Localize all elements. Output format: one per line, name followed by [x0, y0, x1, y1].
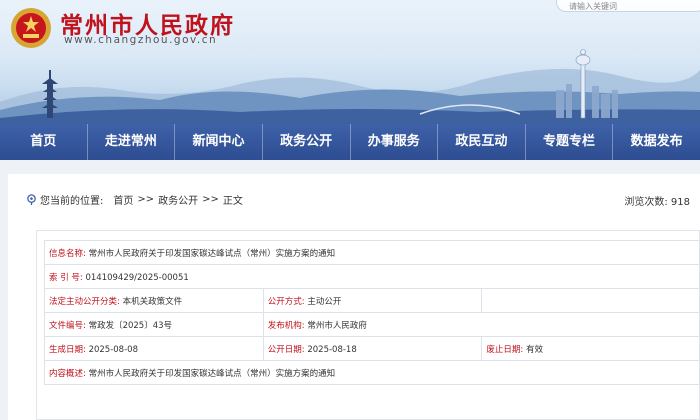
table-row: 文件编号: 常政发〔2025〕43号 发布机构: 常州市人民政府 [44, 312, 700, 337]
info-published-value: 2025-08-18 [307, 344, 357, 355]
info-published-label: 公开日期: [267, 344, 305, 355]
nav-item-news[interactable]: 新闻中心 [175, 124, 263, 160]
info-expiry-label: 废止日期: [486, 344, 524, 355]
info-method-label: 公开方式: [267, 296, 305, 307]
search-placeholder: 请输入关键词 [569, 2, 617, 11]
breadcrumb-gov-affairs[interactable]: 政务公开 [158, 192, 198, 207]
info-expiry-value: 有效 [525, 344, 543, 355]
info-created-value: 2025-08-08 [88, 344, 138, 355]
info-summary-label: 内容概述: [49, 368, 86, 379]
table-row: 内容概述: 常州市人民政府关于印发国家碳达峰试点（常州）实施方案的通知 [44, 360, 700, 385]
breadcrumb-home[interactable]: 首页 [113, 192, 133, 207]
nav-item-interaction[interactable]: 政民互动 [438, 124, 526, 160]
info-scope-value: 本机关政策文件 [122, 296, 183, 307]
breadcrumb-separator: >> [202, 194, 219, 205]
nav-item-topics[interactable]: 专题专栏 [526, 124, 614, 160]
info-doc-no-label: 文件编号: [49, 320, 86, 331]
info-created-cell: 生成日期: 2025-08-08 [44, 336, 264, 361]
view-count-label: 浏览次数: [624, 197, 668, 208]
city-scenery-banner [0, 49, 700, 124]
main-nav: 首页 走进常州 新闻中心 政务公开 办事服务 政民互动 专题专栏 数据发布 [0, 124, 700, 160]
breadcrumb: 您当前的位置: 首页 >> 政务公开 >> 正文 [26, 192, 243, 207]
nav-item-home[interactable]: 首页 [0, 124, 88, 160]
table-row: 索 引 号: 014109429/2025-00051 [44, 264, 700, 289]
info-doc-no-cell: 文件编号: 常政发〔2025〕43号 [44, 312, 264, 337]
info-expiry-cell: 废止日期: 有效 [481, 336, 700, 361]
info-name-cell: 信息名称: 常州市人民政府关于印发国家碳达峰试点（常州）实施方案的通知 [44, 240, 700, 265]
info-issuer-value: 常州市人民政府 [307, 320, 367, 331]
table-row: 信息名称: 常州市人民政府关于印发国家碳达峰试点（常州）实施方案的通知 [44, 240, 700, 265]
breadcrumb-current: 正文 [222, 196, 243, 207]
nav-item-data[interactable]: 数据发布 [613, 124, 700, 160]
info-scope-label: 法定主动公开分类: [49, 296, 120, 307]
info-name-value: 常州市人民政府关于印发国家碳达峰试点（常州）实施方案的通知 [88, 248, 336, 259]
info-scope-cell: 法定主动公开分类: 本机关政策文件 [44, 288, 264, 313]
breadcrumb-prefix: 您当前的位置: [40, 196, 104, 207]
nav-item-services[interactable]: 办事服务 [351, 124, 439, 160]
info-method-value: 主动公开 [307, 296, 342, 307]
info-issuer-label: 发布机构: [267, 320, 305, 331]
table-row: 生成日期: 2025-08-08 公开日期: 2025-08-18 废止日期: … [44, 336, 700, 361]
location-pin-icon [27, 194, 36, 205]
site-url: www.changzhou.gov.cn [64, 34, 218, 46]
view-count-value: 918 [670, 197, 690, 208]
nav-item-gov-affairs[interactable]: 政务公开 [263, 124, 351, 160]
nav-item-about-changzhou[interactable]: 走进常州 [88, 124, 176, 160]
info-created-label: 生成日期: [49, 344, 86, 355]
info-index-cell: 索 引 号: 014109429/2025-00051 [44, 264, 700, 289]
search-input[interactable]: 请输入关键词 [556, 0, 700, 12]
national-emblem-logo [11, 8, 51, 48]
document-info-table: 信息名称: 常州市人民政府关于印发国家碳达峰试点（常州）实施方案的通知 索 引 … [44, 240, 700, 385]
info-summary-cell: 内容概述: 常州市人民政府关于印发国家碳达峰试点（常州）实施方案的通知 [44, 360, 700, 385]
info-index-label: 索 引 号: [49, 272, 83, 283]
info-published-cell: 公开日期: 2025-08-18 [262, 336, 483, 361]
info-index-value: 014109429/2025-00051 [85, 272, 189, 283]
view-count: 浏览次数: 918 [624, 193, 690, 208]
table-row: 法定主动公开分类: 本机关政策文件 公开方式: 主动公开 [44, 288, 700, 313]
empty-cell [481, 288, 700, 313]
site-header: 常州市人民政府 www.changzhou.gov.cn 请输入关键词 [0, 0, 700, 124]
breadcrumb-separator: >> [137, 194, 155, 205]
info-issuer-cell: 发布机构: 常州市人民政府 [262, 312, 700, 337]
info-summary-value: 常州市人民政府关于印发国家碳达峰试点（常州）实施方案的通知 [88, 368, 336, 379]
info-name-label: 信息名称: [49, 248, 86, 259]
info-method-cell: 公开方式: 主动公开 [262, 288, 483, 313]
info-doc-no-value: 常政发〔2025〕43号 [88, 320, 173, 331]
